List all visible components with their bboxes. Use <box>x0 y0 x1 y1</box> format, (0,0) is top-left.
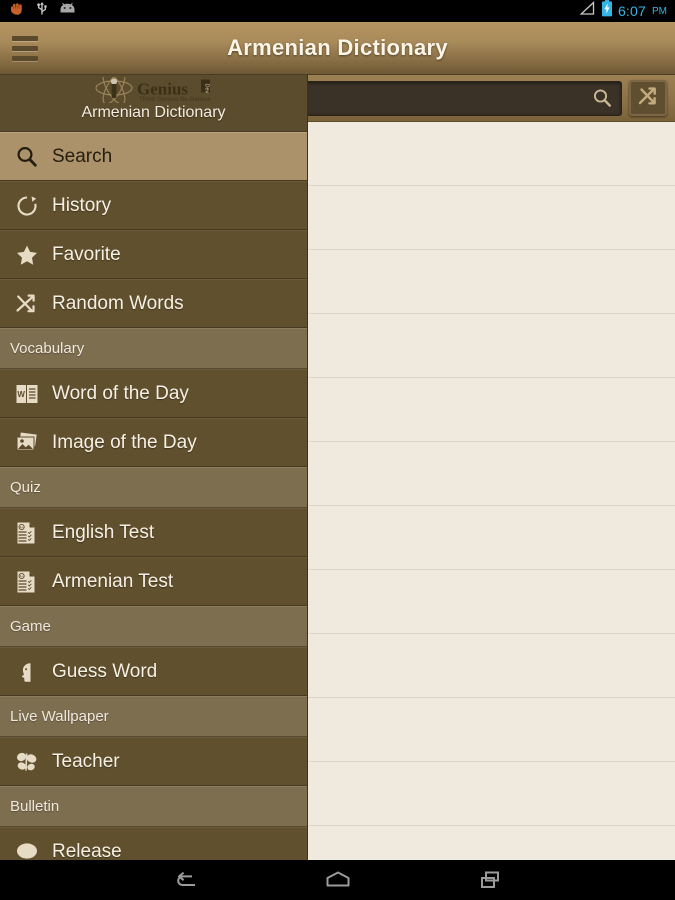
android-icon <box>59 2 76 20</box>
head-profile-icon <box>10 659 44 685</box>
drawer-item-label: Release <box>52 840 122 861</box>
drawer-item-english-test[interactable]: A+ English Test <box>0 508 307 557</box>
drawer-section-label: Live Wallpaper <box>10 708 109 725</box>
drawer-item-image-of-the-day[interactable]: Image of the Day <box>0 418 307 467</box>
battery-charging-icon <box>601 0 613 22</box>
recent-apps-button[interactable] <box>468 860 512 900</box>
drawer-item-armenian-test[interactable]: A+ Armenian Test <box>0 557 307 606</box>
svg-text:A+: A+ <box>20 574 24 578</box>
svg-text:A+: A+ <box>20 525 24 529</box>
drawer-section-label: Vocabulary <box>10 340 85 357</box>
hamburger-menu-icon[interactable] <box>0 22 50 75</box>
drawer-item-label: Search <box>52 145 113 167</box>
hamburger-bar-3 <box>12 55 38 61</box>
genius-dev-logo: Genius Dev Think Genius Be Genius <box>93 77 215 103</box>
status-bar-clock-ampm: PM <box>652 5 667 17</box>
status-bar-system-icons: 6:07 PM <box>578 0 675 22</box>
drawer-item-history[interactable]: History <box>0 181 307 230</box>
test-paper-icon: A+ <box>10 520 44 546</box>
photos-icon <box>10 430 44 456</box>
hamburger-bar-2 <box>12 45 38 51</box>
drawer-section-live-wallpaper: Live Wallpaper <box>0 696 307 737</box>
fist-icon <box>9 2 25 21</box>
drawer-item-label: Favorite <box>52 243 121 265</box>
search-icon <box>10 144 44 170</box>
home-button[interactable] <box>316 860 360 900</box>
butterfly-icon <box>10 749 44 775</box>
search-icon[interactable] <box>591 87 613 109</box>
system-navigation-bar <box>0 860 675 900</box>
word-document-icon: W <box>10 381 44 407</box>
status-bar-notification-icons <box>0 1 76 22</box>
drawer-header: Genius Dev Think Genius Be Genius Armeni… <box>0 75 307 132</box>
drawer-item-label: English Test <box>52 521 155 543</box>
drawer-item-favorite[interactable]: Favorite <box>0 230 307 279</box>
shuffle-button[interactable] <box>629 80 667 116</box>
test-paper-icon: A+ <box>10 569 44 595</box>
signal-icon <box>578 1 596 21</box>
svg-text:W: W <box>17 390 25 399</box>
drawer-section-label: Quiz <box>10 479 41 496</box>
drawer-section-game: Game <box>0 606 307 647</box>
device-screen: 6:07 PM Armenian Dictionary Genius Dev T… <box>0 0 675 900</box>
drawer-item-release[interactable]: Release <box>0 827 307 860</box>
drawer-item-list: Search History Favorite Random Words Vocabul… <box>0 132 307 860</box>
svg-text:Dev: Dev <box>203 84 209 94</box>
status-bar: 6:07 PM <box>0 0 675 22</box>
history-icon <box>10 193 44 219</box>
usb-icon <box>36 1 48 22</box>
shuffle-icon <box>636 84 660 113</box>
drawer-item-word-of-the-day[interactable]: W Word of the Day <box>0 369 307 418</box>
drawer-item-label: Image of the Day <box>52 431 197 453</box>
drawer-item-label: Armenian Test <box>52 570 174 592</box>
drawer-item-label: Teacher <box>52 750 120 772</box>
drawer-item-label: Word of the Day <box>52 382 189 404</box>
drawer-section-bulletin: Bulletin <box>0 786 307 827</box>
star-icon <box>10 242 44 268</box>
drawer-section-vocabulary: Vocabulary <box>0 328 307 369</box>
status-bar-clock: 6:07 <box>617 3 646 19</box>
hamburger-bar-1 <box>12 35 38 41</box>
drawer-item-teacher[interactable]: Teacher <box>0 737 307 786</box>
drawer-section-label: Bulletin <box>10 798 60 815</box>
drawer-section-label: Game <box>10 618 51 635</box>
drawer-item-random-words[interactable]: Random Words <box>0 279 307 328</box>
drawer-item-label: History <box>52 194 112 216</box>
drawer-item-search[interactable]: Search <box>0 132 307 181</box>
drawer-section-quiz: Quiz <box>0 467 307 508</box>
bubble-icon <box>10 839 44 861</box>
drawer-item-label: Random Words <box>52 292 184 314</box>
action-bar: Armenian Dictionary <box>0 22 675 75</box>
shuffle-icon <box>10 291 44 317</box>
drawer-item-label: Guess Word <box>52 660 158 682</box>
back-button[interactable] <box>164 860 208 900</box>
drawer-item-guess-word[interactable]: Guess Word <box>0 647 307 696</box>
navigation-drawer: Genius Dev Think Genius Be Genius Armeni… <box>0 75 308 860</box>
page-title: Armenian Dictionary <box>227 35 448 60</box>
svg-text:Think Genius Be Genius: Think Genius Be Genius <box>139 96 211 103</box>
atom-icon <box>94 77 133 103</box>
drawer-app-name: Armenian Dictionary <box>81 104 226 121</box>
